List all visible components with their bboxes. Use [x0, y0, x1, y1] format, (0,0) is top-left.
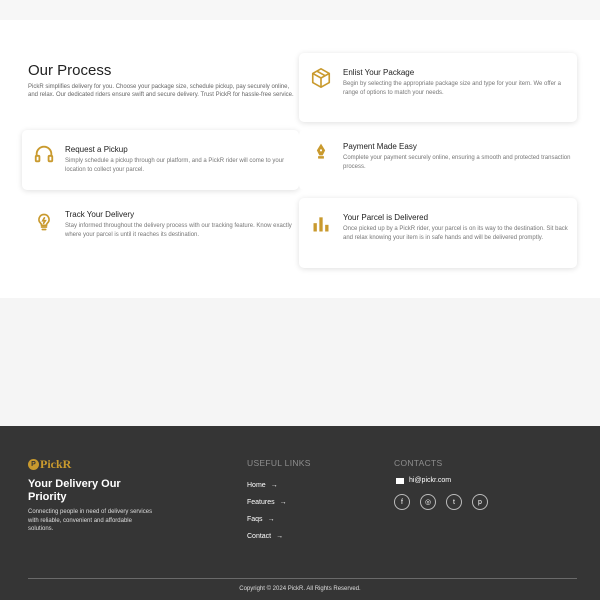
arrow-right-icon: → [279, 499, 287, 506]
footer-link-faqs[interactable]: Faqs → [247, 516, 275, 523]
footer-link-home[interactable]: Home → [247, 482, 278, 489]
link-label: Contact [247, 533, 272, 540]
process-card-request-pickup: Request a Pickup Simply schedule a picku… [22, 130, 299, 190]
process-card-payment: Payment Made Easy Complete your payment … [299, 130, 577, 190]
headset-icon [32, 142, 56, 166]
brand-name: PickR [40, 457, 72, 471]
card-title: Track Your Delivery [65, 210, 135, 219]
bar-chart-icon [309, 212, 333, 236]
card-title: Request a Pickup [65, 145, 128, 154]
instagram-icon[interactable]: ◎ [420, 494, 436, 510]
card-title: Enlist Your Package [343, 68, 415, 77]
card-description: Begin by selecting the appropriate packa… [343, 81, 561, 96]
lightbulb-icon [32, 210, 56, 234]
contact-email-link[interactable]: hi@pickr.com [396, 477, 451, 484]
link-label: Features [247, 499, 275, 506]
footer-divider [28, 578, 577, 579]
process-card-delivered: Your Parcel is Delivered Once picked up … [299, 198, 577, 268]
footer-link-features[interactable]: Features → [247, 499, 287, 506]
process-card-enlist-package: Enlist Your Package Begin by selecting t… [299, 53, 577, 122]
card-description: Complete your payment securely online, e… [343, 155, 571, 170]
social-links: f ◎ t p [394, 494, 498, 510]
contact-email: hi@pickr.com [409, 477, 452, 484]
card-description: Simply schedule a pickup through our pla… [65, 158, 285, 173]
footer-description: Connecting people in need of delivery se… [28, 509, 153, 532]
copyright-text: Copyright © 2024 PickR. All Rights Reser… [239, 586, 361, 592]
pen-nib-icon [309, 140, 333, 164]
arrow-right-icon: → [270, 482, 278, 489]
card-description: Once picked up by a PickR rider, your pa… [343, 226, 568, 241]
link-label: Home [247, 482, 266, 489]
card-description: Stay informed throughout the delivery pr… [65, 223, 292, 238]
contacts-heading: CONTACTS [394, 458, 443, 468]
arrow-right-icon: → [276, 533, 284, 540]
useful-links-heading: USEFUL LINKS [247, 458, 311, 468]
process-card-track-delivery: Track Your Delivery Stay informed throug… [22, 198, 299, 258]
pinterest-icon[interactable]: p [472, 494, 488, 510]
top-strip [0, 0, 600, 20]
process-title: Our Process [28, 62, 112, 79]
card-title: Payment Made Easy [343, 142, 417, 151]
process-description: PickR simplifies delivery for you. Choos… [28, 84, 294, 99]
arrow-right-icon: → [267, 516, 275, 523]
footer-logo[interactable]: P PickR [28, 457, 71, 472]
empty-section [0, 298, 600, 426]
link-label: Faqs [247, 516, 263, 523]
card-title: Your Parcel is Delivered [343, 213, 429, 222]
twitter-icon[interactable]: t [446, 494, 462, 510]
facebook-icon[interactable]: f [394, 494, 410, 510]
package-box-icon [309, 66, 333, 90]
email-icon [396, 477, 404, 484]
footer-link-contact[interactable]: Contact → [247, 533, 283, 540]
footer-tagline: Your Delivery Our Priority [28, 478, 121, 503]
logo-mark-icon: P [28, 459, 39, 470]
